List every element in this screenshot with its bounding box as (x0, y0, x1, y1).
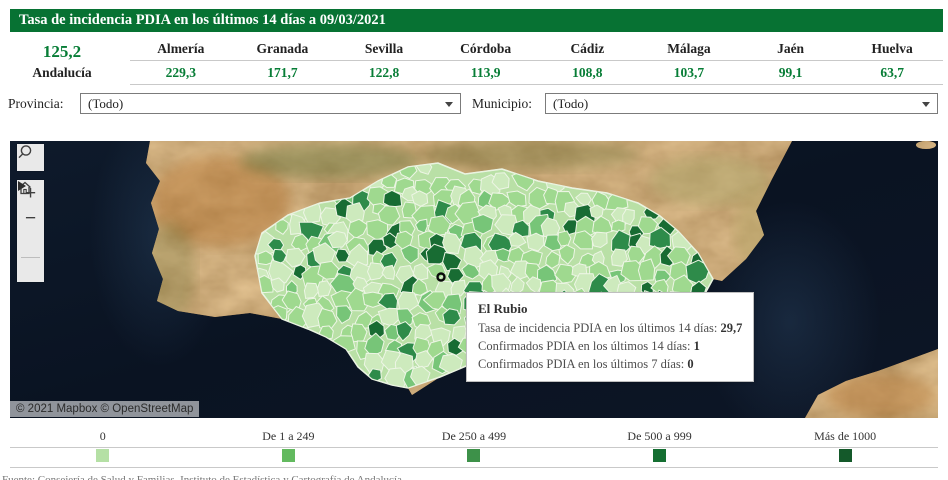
tooltip-row-value: 29,7 (721, 321, 743, 335)
legend-label: De 500 a 999 (567, 429, 753, 447)
province-column: Jaén99,1 (740, 40, 842, 85)
legend-swatch[interactable] (96, 449, 109, 462)
search-icon (17, 144, 33, 160)
legend-swatch-cell (381, 449, 567, 466)
region-summary: 125,2 Andalucía (12, 42, 112, 81)
municipio-dropdown-value: (Todo) (553, 96, 588, 111)
tooltip-row: Confirmados PDIA en los últimos 7 días: … (478, 355, 742, 373)
legend-label: De 250 a 499 (381, 429, 567, 447)
tooltip-title: El Rubio (478, 301, 742, 317)
zoom-out-button[interactable]: − (17, 207, 44, 230)
legend-swatch[interactable] (839, 449, 852, 462)
tooltip-row-label: Confirmados PDIA en los últimos 7 días: (478, 357, 687, 371)
province-value: 103,7 (638, 60, 740, 85)
map-tooltip: El Rubio Tasa de incidencia PDIA en los … (466, 292, 754, 382)
tooltip-row-label: Tasa de incidencia PDIA en los últimos 1… (478, 321, 721, 335)
map-zoom-controls: + − (17, 180, 44, 282)
legend: 0De 1 a 249De 250 a 499De 500 a 999Más d… (10, 429, 938, 468)
legend-label: Más de 1000 (752, 429, 938, 447)
province-value: 99,1 (740, 60, 842, 85)
province-name: Jaén (740, 40, 842, 60)
chevron-down-icon (922, 102, 930, 107)
tooltip-row-value: 1 (694, 339, 700, 353)
province-value: 108,8 (537, 60, 639, 85)
expand-toolbar-button[interactable] (17, 258, 44, 281)
province-value: 171,7 (232, 60, 334, 85)
legend-swatches (10, 448, 938, 468)
tooltip-row: Tasa de incidencia PDIA en los últimos 1… (478, 319, 742, 337)
legend-swatch-cell (196, 449, 382, 466)
legend-swatch[interactable] (282, 449, 295, 462)
page-title: Tasa de incidencia PDIA en los últimos 1… (19, 12, 386, 28)
tooltip-row: Confirmados PDIA en los últimos 14 días:… (478, 337, 742, 355)
provincia-filter-label: Provincia: (8, 96, 64, 112)
tooltip-row-value: 0 (687, 357, 693, 371)
province-name: Granada (232, 40, 334, 60)
arrow-right-icon (17, 180, 27, 192)
legend-swatch[interactable] (467, 449, 480, 462)
provincia-dropdown-value: (Todo) (88, 96, 123, 111)
province-column: Granada171,7 (232, 40, 334, 85)
province-name: Almería (130, 40, 232, 60)
region-summary-value: 125,2 (12, 42, 112, 62)
province-value: 63,7 (841, 60, 943, 85)
title-bar: Tasa de incidencia PDIA en los últimos 1… (10, 9, 943, 32)
municipio-filter-label: Municipio: (472, 96, 532, 112)
provincia-dropdown[interactable]: (Todo) (80, 93, 461, 114)
province-column: Cádiz108,8 (537, 40, 639, 85)
legend-swatch-cell (10, 449, 196, 466)
legend-swatch-cell (752, 449, 938, 466)
map-attribution: © 2021 Mapbox © OpenStreetMap (10, 401, 199, 417)
legend-label: De 1 a 249 (196, 429, 382, 447)
choropleth-map[interactable]: + − El Rubio Tasa de incidencia PDIA en … (10, 141, 938, 418)
municipality-cell[interactable] (363, 292, 382, 307)
minus-icon: − (25, 208, 36, 230)
municipality-cell[interactable] (638, 259, 654, 281)
province-column: Córdoba113,9 (435, 40, 537, 85)
province-column: Málaga103,7 (638, 40, 740, 85)
province-value: 122,8 (333, 60, 435, 85)
province-name: Málaga (638, 40, 740, 60)
chevron-down-icon (445, 102, 453, 107)
province-value: 113,9 (435, 60, 537, 85)
province-name: Huelva (841, 40, 943, 60)
tooltip-row-label: Confirmados PDIA en los últimos 14 días: (478, 339, 694, 353)
municipality-cell[interactable] (612, 220, 626, 232)
province-value: 229,3 (130, 60, 232, 85)
legend-labels: 0De 1 a 249De 250 a 499De 500 a 999Más d… (10, 429, 938, 448)
province-table: Almería229,3Granada171,7Sevilla122,8Córd… (130, 40, 943, 85)
province-name: Sevilla (333, 40, 435, 60)
map-search-button[interactable] (17, 144, 44, 171)
municipio-dropdown[interactable]: (Todo) (545, 93, 938, 114)
province-column: Almería229,3 (130, 40, 232, 85)
legend-label: 0 (10, 429, 196, 447)
region-summary-label: Andalucía (12, 65, 112, 81)
province-name: Cádiz (537, 40, 639, 60)
footer-note: Fuente: Consejería de Salud y Familias. … (2, 474, 948, 480)
province-column: Sevilla122,8 (333, 40, 435, 85)
province-name: Córdoba (435, 40, 537, 60)
legend-swatch[interactable] (653, 449, 666, 462)
tooltip-rows: Tasa de incidencia PDIA en los últimos 1… (478, 319, 742, 373)
legend-swatch-cell (567, 449, 753, 466)
province-column: Huelva63,7 (841, 40, 943, 85)
reset-view-button[interactable] (17, 230, 44, 257)
